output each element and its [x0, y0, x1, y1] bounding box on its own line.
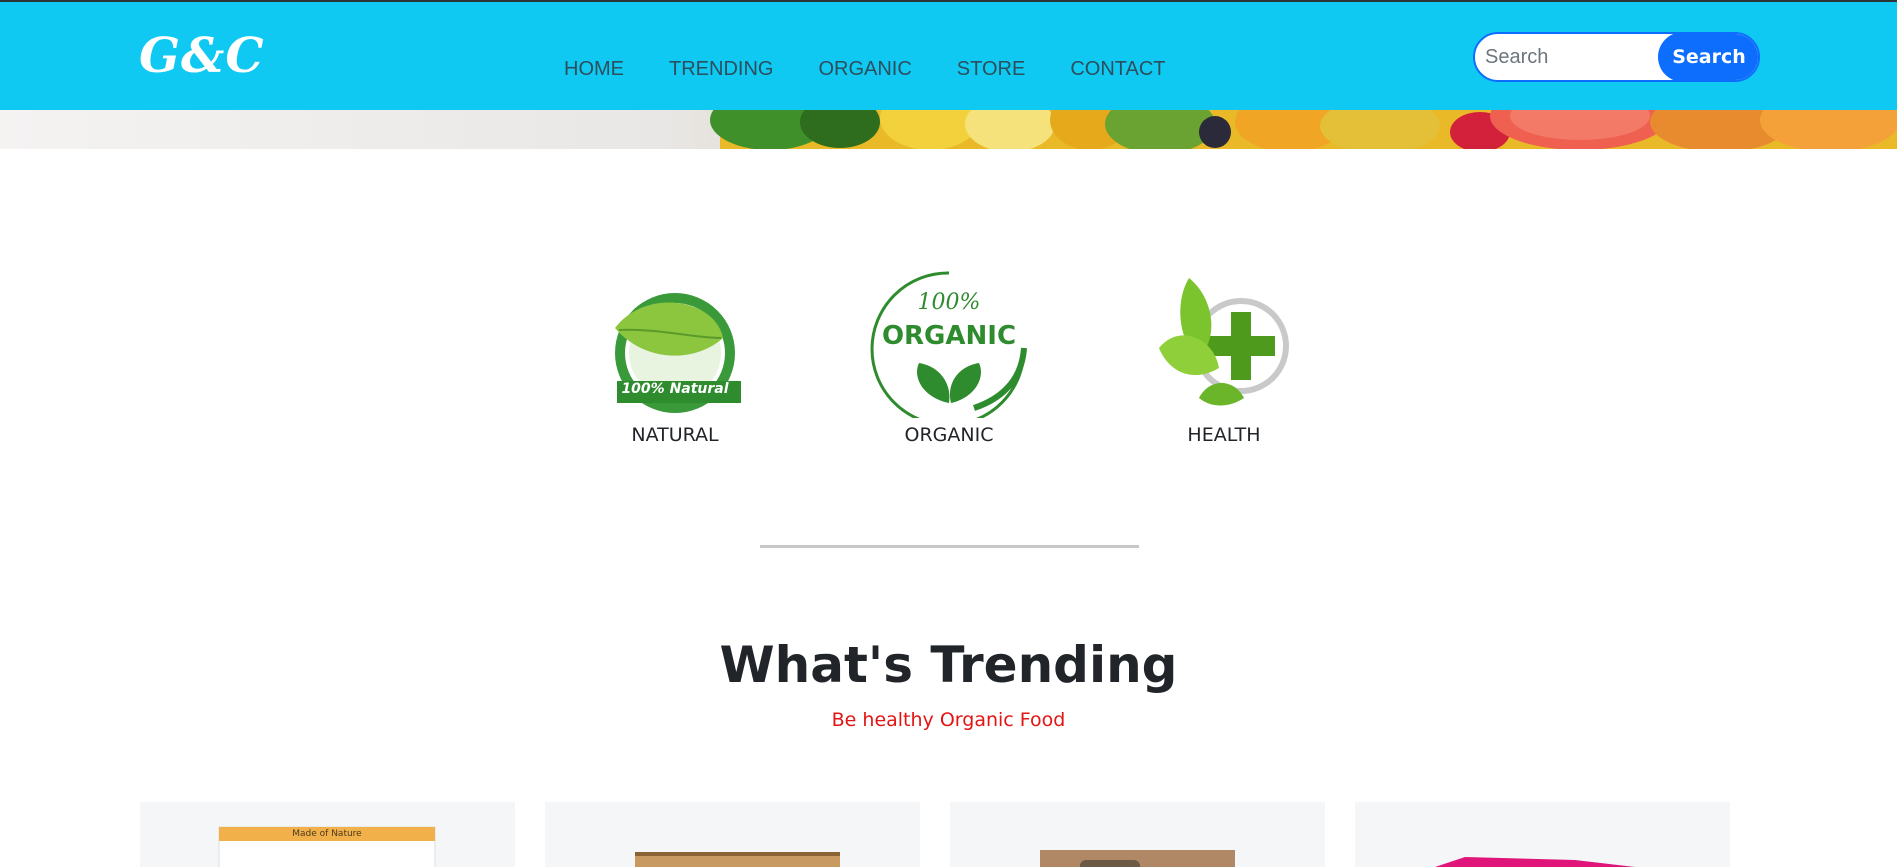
feature-label-organic: ORGANIC [904, 424, 994, 446]
product-pack-text: Made of Nature [292, 829, 362, 839]
feature-natural: 100% Natural NATURAL [585, 268, 765, 446]
product-card[interactable] [1355, 802, 1730, 867]
trending-subtitle: Be healthy Organic Food [831, 709, 1066, 731]
nav-home[interactable]: HOME [564, 58, 624, 81]
nav-links: HOME TRENDING ORGANIC STORE CONTACT [564, 58, 1166, 81]
product-card[interactable] [545, 802, 920, 867]
product-card[interactable] [950, 802, 1325, 867]
organic-badge-top: 100% [917, 290, 981, 315]
trending-title: What's Trending [719, 636, 1178, 694]
health-cross-leaf-icon [1159, 278, 1289, 406]
feature-organic: 100% ORGANIC ORGANIC [859, 268, 1039, 446]
product-image [1435, 857, 1635, 867]
feature-label-health: HEALTH [1187, 424, 1261, 446]
search-input[interactable] [1475, 34, 1675, 80]
nav-contact[interactable]: CONTACT [1070, 58, 1165, 81]
organic-badge-main: ORGANIC [881, 321, 1017, 351]
feature-health: HEALTH [1134, 268, 1314, 446]
feature-label-natural: NATURAL [631, 424, 719, 446]
nav-trending[interactable]: TRENDING [669, 58, 773, 81]
section-divider [760, 545, 1139, 548]
fruit-banner-image [710, 110, 1897, 149]
navbar: G&C HOME TRENDING ORGANIC STORE CONTACT … [0, 2, 1897, 110]
product-card[interactable]: Made of Nature [140, 802, 515, 867]
nav-store[interactable]: STORE [957, 58, 1026, 81]
product-image [635, 852, 840, 867]
nav-organic[interactable]: ORGANIC [818, 58, 911, 81]
features-section: 100% Natural NATURAL 100% ORGANIC ORGANI… [0, 268, 1897, 468]
product-image [1040, 850, 1235, 867]
search-form: Search [1473, 32, 1760, 82]
brand-logo[interactable]: G&C [139, 28, 265, 84]
natural-badge-text: 100% Natural [621, 381, 729, 397]
search-button[interactable]: Search [1658, 34, 1758, 80]
hero-fruit-banner [0, 110, 1897, 149]
